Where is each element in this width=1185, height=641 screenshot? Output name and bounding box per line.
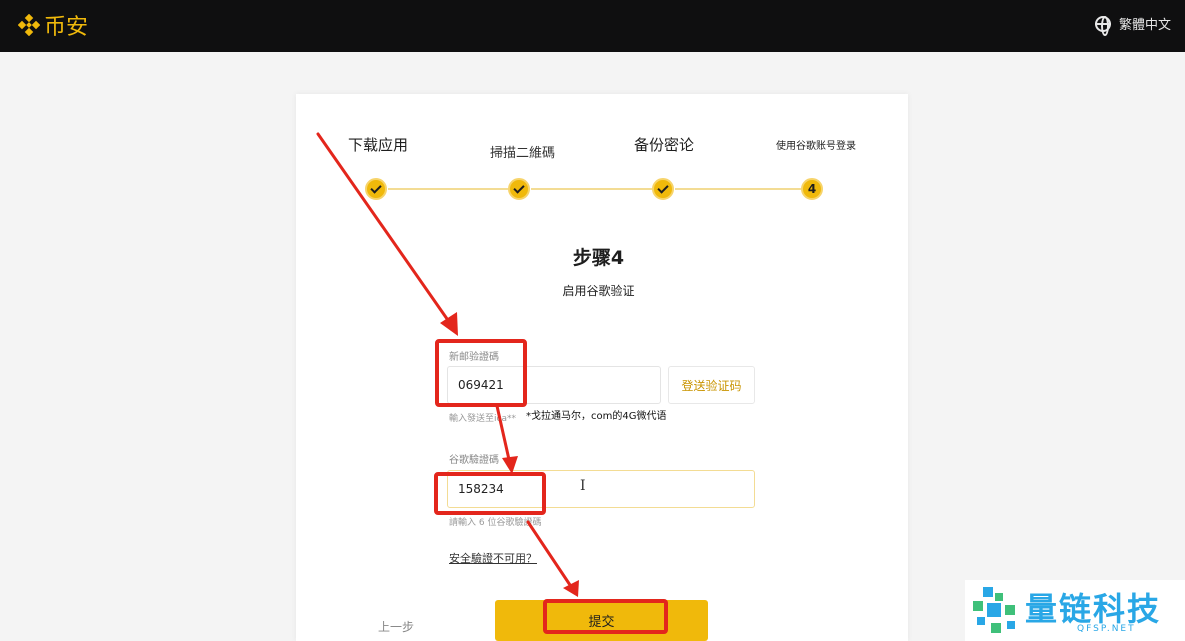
step-2-label: 掃描二維碼 (490, 146, 556, 161)
language-selector[interactable]: 繁體中文 (1094, 14, 1171, 36)
step-4-label: 使用谷歌账号登录 (776, 141, 856, 152)
step-connector-1 (388, 188, 508, 190)
binance-logo[interactable]: 币安 (18, 9, 88, 41)
check-icon (513, 182, 525, 194)
check-icon (370, 182, 382, 194)
step-connector-3 (675, 188, 801, 190)
step-3-label: 备份密论 (634, 136, 695, 154)
send-code-button[interactable]: 登送验证码 (668, 366, 755, 404)
new-code-hint: 輸入發送至ica** (449, 414, 516, 424)
top-bar: 币安 繁體中文 (0, 0, 1185, 52)
page-title: 步骤4 (572, 247, 625, 269)
overlay-note: *戈拉通马尔，com的4G微代语 (526, 411, 667, 422)
logo-text: 币安 (44, 15, 89, 40)
annotation-box-submit (543, 599, 668, 634)
step-4-dot: 4 (801, 178, 823, 200)
previous-step-button[interactable]: 上一步 (378, 618, 414, 635)
text-cursor-icon: I (580, 478, 586, 494)
page-subtitle: 启用谷歌验证 (562, 284, 635, 298)
language-label: 繁體中文 (1118, 18, 1171, 33)
step-1-dot (365, 178, 387, 200)
step-2-dot (508, 178, 530, 200)
annotation-box-google-code (434, 472, 546, 515)
globe-icon (1094, 15, 1111, 36)
google-code-hint: 請輸入 6 位谷歌驗證碼 (449, 518, 542, 528)
watermark-logo-icon (973, 586, 1015, 633)
binance-logo-icon (18, 14, 40, 36)
step-1-label: 下载应用 (348, 136, 409, 154)
watermark: 量链科技 QFSP.NET (965, 580, 1185, 641)
google-code-label: 谷歌驗證碼 (449, 455, 499, 466)
security-unavailable-link[interactable]: 安全驗證不可用？ (449, 550, 537, 566)
step-3-dot (652, 178, 674, 200)
check-icon (657, 182, 669, 194)
watermark-subtext: QFSP.NET (1077, 624, 1136, 634)
annotation-box-new-code (435, 339, 527, 407)
step-connector-2 (531, 188, 652, 190)
